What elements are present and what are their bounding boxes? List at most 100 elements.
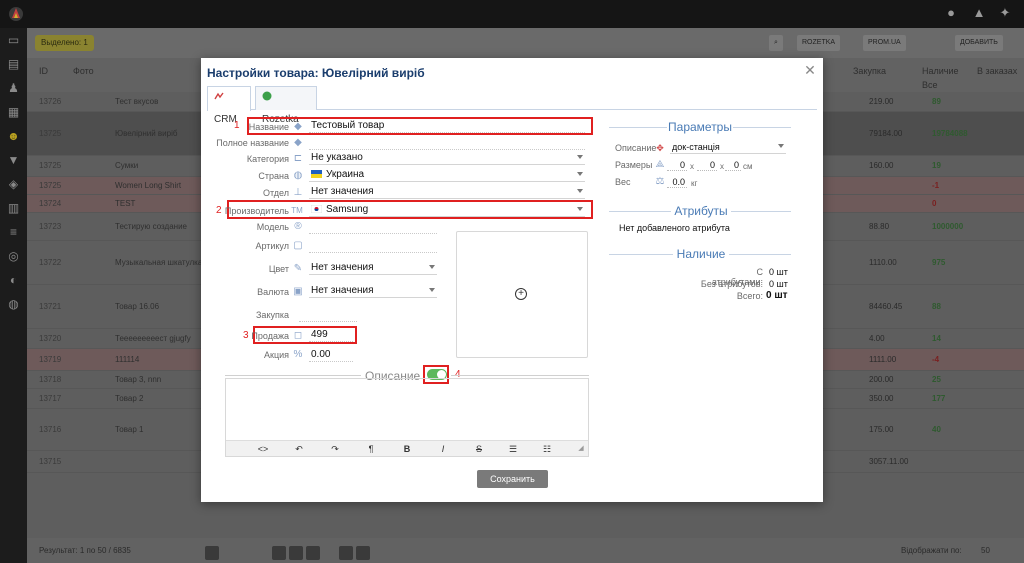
col-stock[interactable]: Наличие (922, 66, 959, 76)
row-id: 13724 (39, 198, 62, 208)
country-label: Страна (258, 171, 289, 181)
page-last-button[interactable] (356, 546, 370, 560)
add-product-button[interactable]: ДОБАВИТЬ (955, 35, 1003, 51)
size-y-input[interactable]: 0 (697, 159, 717, 171)
sidebar-docs-icon[interactable]: ▦ (0, 100, 27, 124)
bullet-list-button[interactable]: ☰ (506, 442, 520, 456)
row-name[interactable]: 111114 (115, 355, 139, 364)
size-x-input[interactable]: 0 (667, 159, 687, 171)
row-name[interactable]: Музыкальная шкатулка (115, 258, 202, 267)
page-1-button[interactable] (272, 546, 286, 560)
row-stock: 19784088 (932, 128, 968, 138)
tab-rozetka[interactable]: Rozetka (255, 86, 317, 125)
promo-input[interactable]: 0.00 (309, 348, 353, 362)
purchase-input[interactable] (299, 308, 357, 322)
italic-button[interactable]: I (436, 442, 450, 456)
sidebar-reports-icon[interactable]: ▥ (0, 196, 27, 220)
sidebar-dashboard-icon[interactable]: ▭ (0, 28, 27, 52)
row-name[interactable]: Тестирую создание (115, 222, 187, 231)
sale-input[interactable]: 499 (309, 328, 353, 342)
currency-select[interactable]: Нет значения (309, 284, 437, 298)
resize-handle-icon[interactable]: ◢ (574, 442, 588, 456)
model-input[interactable] (309, 220, 437, 234)
stock-filter[interactable]: Все (922, 80, 938, 90)
row-stock: 975 (932, 257, 946, 267)
sidebar-products-icon[interactable]: ☻ (0, 124, 27, 148)
sku-input[interactable] (309, 239, 437, 253)
sidebar-orders-icon[interactable]: ▤ (0, 52, 27, 76)
sidebar-more-icon[interactable]: ◍ (0, 292, 27, 316)
row-name[interactable]: Товар 16.06 (115, 302, 159, 311)
row-stock: 88 (932, 301, 941, 311)
sidebar-clients-icon[interactable]: ♟ (0, 76, 27, 100)
row-name[interactable]: Товар 2 (115, 394, 143, 403)
col-transit[interactable]: В заказах (977, 66, 1017, 76)
col-photo[interactable]: Фото (73, 66, 94, 76)
sidebar-settings-icon[interactable]: ≡ (0, 220, 27, 244)
sidebar-integrations-icon[interactable]: ◐ (0, 268, 27, 292)
color-select[interactable]: Нет значения (309, 261, 437, 275)
sidebar-help-icon[interactable]: ◎ (0, 244, 27, 268)
row-stock: -1 (932, 180, 940, 190)
chevron-down-icon (778, 144, 784, 148)
row-name[interactable]: Тест вкусов (115, 97, 158, 106)
color-label: Цвет (268, 264, 289, 274)
params-desc-select[interactable]: док-станція (670, 140, 786, 154)
row-name[interactable]: Товар 1 (115, 425, 143, 434)
settings-icon[interactable]: ✦ (998, 6, 1012, 20)
add-image-icon[interactable]: + (515, 288, 527, 300)
full-name-input[interactable] (309, 136, 585, 150)
image-upload-area[interactable]: + (456, 231, 588, 358)
size-z-input[interactable]: 0 (725, 159, 741, 171)
sidebar-marketing-icon[interactable]: ◈ (0, 172, 27, 196)
tab-crm[interactable]: CRM (207, 86, 251, 125)
params-desc-label: Описание (615, 143, 657, 153)
sidebar-chat-icon[interactable]: ▼ (0, 148, 27, 172)
search-icon[interactable]: ⌕ (769, 35, 783, 51)
paragraph-button[interactable]: ¶ (364, 442, 378, 456)
undo-button[interactable]: ↶ (292, 442, 306, 456)
row-name[interactable]: Тееееееееест gjugfy (115, 334, 191, 343)
code-view-button[interactable]: <> (256, 442, 270, 456)
bell-icon[interactable]: ▲ (972, 6, 986, 20)
page-3-button[interactable] (306, 546, 320, 560)
row-name[interactable]: TEST (115, 199, 135, 208)
description-editor[interactable]: <> ↶ ↷ ¶ B I S ☰ ☷ ◢ (225, 378, 589, 457)
row-purchase: 88.80 (869, 221, 890, 231)
row-name[interactable]: Women Long Shirt (115, 181, 181, 190)
redo-button[interactable]: ↷ (328, 442, 342, 456)
page-first-button[interactable] (205, 546, 219, 560)
user-icon[interactable]: ● (944, 6, 958, 20)
save-button[interactable]: Сохранить (477, 470, 548, 488)
page-2-button[interactable] (289, 546, 303, 560)
model-label: Модель (256, 222, 289, 232)
close-icon[interactable]: ✕ (803, 63, 817, 77)
percent-icon: % (293, 349, 303, 360)
manufacturer-label: Производитель (224, 206, 289, 216)
row-name[interactable]: Ювелірний виріб (115, 129, 177, 138)
row-name[interactable]: Сумки (115, 161, 138, 170)
weight-input[interactable]: 0.0 (667, 176, 687, 188)
strikethrough-button[interactable]: S (472, 442, 486, 456)
row-name[interactable]: Товар 3, nnn (115, 375, 161, 384)
page-next-button[interactable] (339, 546, 353, 560)
department-select[interactable]: Нет значения (309, 185, 585, 199)
country-select[interactable]: Украина (309, 168, 585, 182)
promua-button[interactable]: PROM.UA (863, 35, 906, 51)
numbered-list-button[interactable]: ☷ (540, 442, 554, 456)
move-icon: ✥ (656, 143, 664, 153)
name-input[interactable]: Тестовый товар (309, 119, 585, 133)
rozetka-button[interactable]: ROZETKA (797, 35, 841, 51)
manufacturer-select[interactable]: Samsung (309, 203, 585, 217)
bold-button[interactable]: B (400, 442, 414, 456)
per-page-select[interactable]: 50 (981, 546, 990, 555)
col-id[interactable]: ID (39, 66, 48, 76)
category-select[interactable]: Не указано (309, 151, 585, 165)
app-logo-icon[interactable] (6, 4, 26, 24)
row-id: 13721 (39, 301, 62, 311)
product-settings-modal: Настройки товара: Ювелірний виріб ✕ CRM … (201, 58, 823, 502)
selected-count-chip[interactable]: Выделено: 1 (35, 35, 94, 51)
col-purchase[interactable]: Закупка (853, 66, 886, 76)
total-label: Всего: (736, 291, 763, 301)
row-stock: 177 (932, 393, 946, 403)
